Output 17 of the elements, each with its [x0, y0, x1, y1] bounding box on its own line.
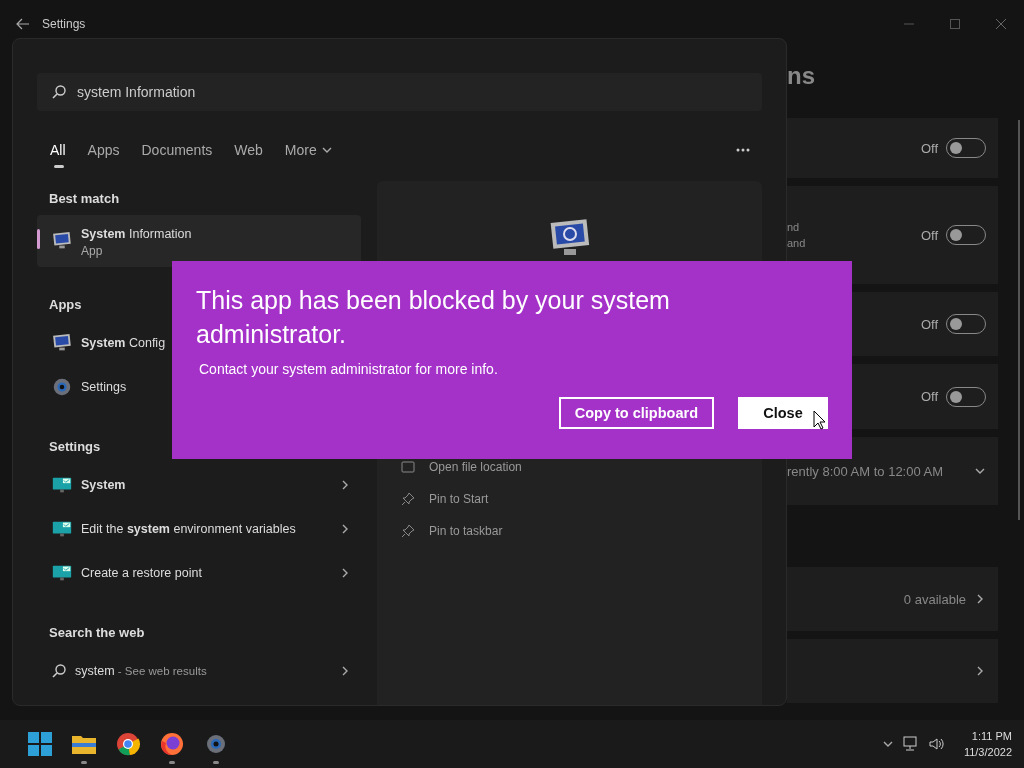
setting-description: nd: [787, 220, 801, 235]
schedule-text: rently 8:00 AM to 12:00 AM: [787, 463, 944, 479]
setting-description: and: [787, 236, 806, 251]
section-heading: Search the web: [49, 623, 145, 642]
toggle-status: Off: [920, 389, 938, 404]
toggle-status: Off: [920, 227, 938, 243]
window-title: Settings: [42, 17, 86, 31]
device-count: 0 available: [903, 591, 966, 607]
section-heading: Settings: [49, 437, 101, 456]
dialog-title: This app has been blocked by your system administrator.: [196, 285, 671, 350]
section-heading: Best match: [49, 189, 120, 208]
section-heading: Apps: [49, 295, 82, 314]
dialog-message: Contact your system administrator for more info.: [198, 361, 499, 377]
toggle-status: Off: [920, 316, 938, 332]
search-query: system Information: [77, 84, 196, 100]
toggle-status: Off: [920, 140, 938, 156]
page-heading: ns: [787, 61, 816, 91]
